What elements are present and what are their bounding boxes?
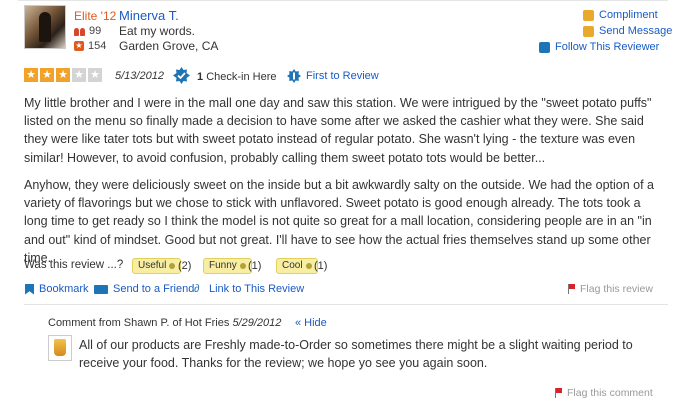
star-icon: ★ <box>56 68 70 82</box>
review-paragraph-2: Anyhow, they were deliciously sweet on t… <box>24 178 654 265</box>
send-to-friend-label: Send to a Friend <box>113 283 195 295</box>
send-icon <box>94 284 108 294</box>
user-location: Garden Grove, CA <box>119 39 219 53</box>
owner-comment-title: Comment from Shawn P. of Hot Fries <box>48 317 230 329</box>
owner-comment-date: 5/29/2012 <box>232 317 282 329</box>
vote-prompt: Was this review ...? <box>24 259 124 271</box>
review-paragraph-1: My little brother and I were in the mall… <box>24 96 652 165</box>
cool-count: (1) <box>314 260 328 272</box>
divider <box>24 304 668 305</box>
owner-comment-heading: Comment from Shawn P. of Hot Fries 5/29/… <box>48 317 281 329</box>
flag-icon <box>568 284 576 294</box>
star-icon: ★ <box>88 68 102 82</box>
star-icon: ★ <box>24 68 38 82</box>
owner-comment-text: All of our products are Freshly made-to-… <box>79 338 633 370</box>
send-to-friend-button[interactable]: Send to a Friend <box>94 283 194 295</box>
friends-value: 99 <box>89 25 102 37</box>
star-icon: ★ <box>40 68 54 82</box>
link-to-review-button[interactable]: ∂ Link to This Review <box>194 283 304 295</box>
cool-button[interactable]: Cool <box>276 258 318 274</box>
useful-dot-icon <box>169 263 176 269</box>
compliment-button[interactable]: Compliment <box>583 9 658 21</box>
reviews-count: ★ 154 <box>74 40 106 52</box>
flag-comment-button[interactable]: Flag this comment <box>555 387 653 399</box>
reviews-icon: ★ <box>74 41 84 51</box>
flag-comment-label: Flag this comment <box>567 387 653 399</box>
follow-reviewer-button[interactable]: Follow This Reviewer <box>539 41 659 53</box>
top-rule <box>18 0 668 1</box>
star-rating: ★ ★ ★ ★ ★ <box>24 68 102 82</box>
checkin-number: 1 <box>197 71 204 83</box>
useful-button[interactable]: Useful <box>132 258 182 274</box>
flag-review-label: Flag this review <box>580 283 653 295</box>
funny-count: (1) <box>248 260 262 272</box>
send-message-button[interactable]: Send Message <box>583 25 672 37</box>
checkin-label: Check-in Here <box>206 71 277 83</box>
user-tagline: Eat my words. <box>119 24 196 38</box>
follow-label: Follow This Reviewer <box>555 41 660 53</box>
user-avatar[interactable] <box>24 5 66 49</box>
cool-dot-icon <box>305 263 312 269</box>
cool-label: Cool <box>282 260 303 271</box>
first-review-badge-icon <box>287 69 301 83</box>
friends-count: 99 <box>74 25 101 37</box>
owner-avatar[interactable] <box>48 335 72 361</box>
follow-icon <box>539 41 550 53</box>
elite-badge[interactable]: Elite '12 <box>74 9 116 23</box>
user-name-link[interactable]: Minerva T. <box>119 8 179 23</box>
reviews-value: 154 <box>88 40 107 52</box>
friends-icon <box>74 26 85 36</box>
compliment-label: Compliment <box>599 9 658 21</box>
bookmark-label: Bookmark <box>39 283 89 295</box>
review-date: 5/13/2012 <box>115 70 164 82</box>
funny-label: Funny <box>209 260 237 271</box>
funny-dot-icon <box>239 263 246 269</box>
flag-icon <box>555 388 563 398</box>
useful-count: (2) <box>178 260 192 272</box>
bookmark-icon <box>25 283 34 295</box>
checkin-count: 1 Check-in Here <box>197 71 277 83</box>
first-to-review-link[interactable]: First to Review <box>306 70 379 82</box>
send-message-label: Send Message <box>599 25 673 37</box>
message-icon <box>583 25 594 37</box>
link-to-review-label: Link to This Review <box>209 283 305 295</box>
compliment-icon <box>583 9 594 21</box>
flag-review-button[interactable]: Flag this review <box>568 283 653 295</box>
bookmark-button[interactable]: Bookmark <box>25 283 89 295</box>
useful-label: Useful <box>138 260 167 271</box>
link-icon: ∂ <box>194 283 200 295</box>
checkin-badge-icon <box>173 67 190 84</box>
star-icon: ★ <box>72 68 86 82</box>
funny-button[interactable]: Funny <box>203 258 252 274</box>
hide-comment-link[interactable]: « Hide <box>295 317 327 329</box>
